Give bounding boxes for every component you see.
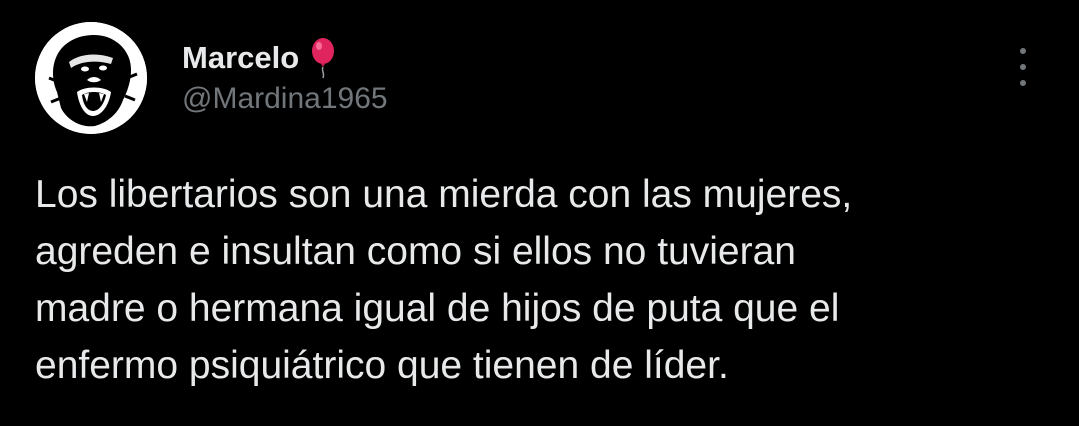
tweet-text-line: agreden e insultan como si ellos no tuvi… (35, 230, 796, 273)
tweet-text: Los libertarios son una mierda con las m… (35, 166, 1045, 394)
author-handle[interactable]: @Mardina1965 (182, 82, 388, 116)
more-options-icon-dot (1020, 80, 1026, 86)
tweet-text-line: madre o hermana igual de hijos de puta q… (35, 287, 840, 330)
author-name-row[interactable]: Marcelo (182, 37, 337, 79)
tweet-card: Marcelo @Mardina1965 Los libertarios son… (0, 0, 1079, 426)
more-options-button[interactable] (1010, 48, 1036, 86)
more-options-icon (1020, 48, 1026, 54)
author-avatar[interactable] (35, 22, 147, 134)
more-options-icon-dot (1020, 64, 1026, 70)
red-balloon-icon (309, 37, 337, 79)
tweet-text-line: Los libertarios son una mierda con las m… (35, 173, 853, 216)
gorilla-avatar-icon (35, 22, 147, 134)
tweet-text-line: enfermo psiquiátrico que tienen de líder… (35, 344, 729, 387)
author-display-name[interactable]: Marcelo (182, 40, 299, 76)
